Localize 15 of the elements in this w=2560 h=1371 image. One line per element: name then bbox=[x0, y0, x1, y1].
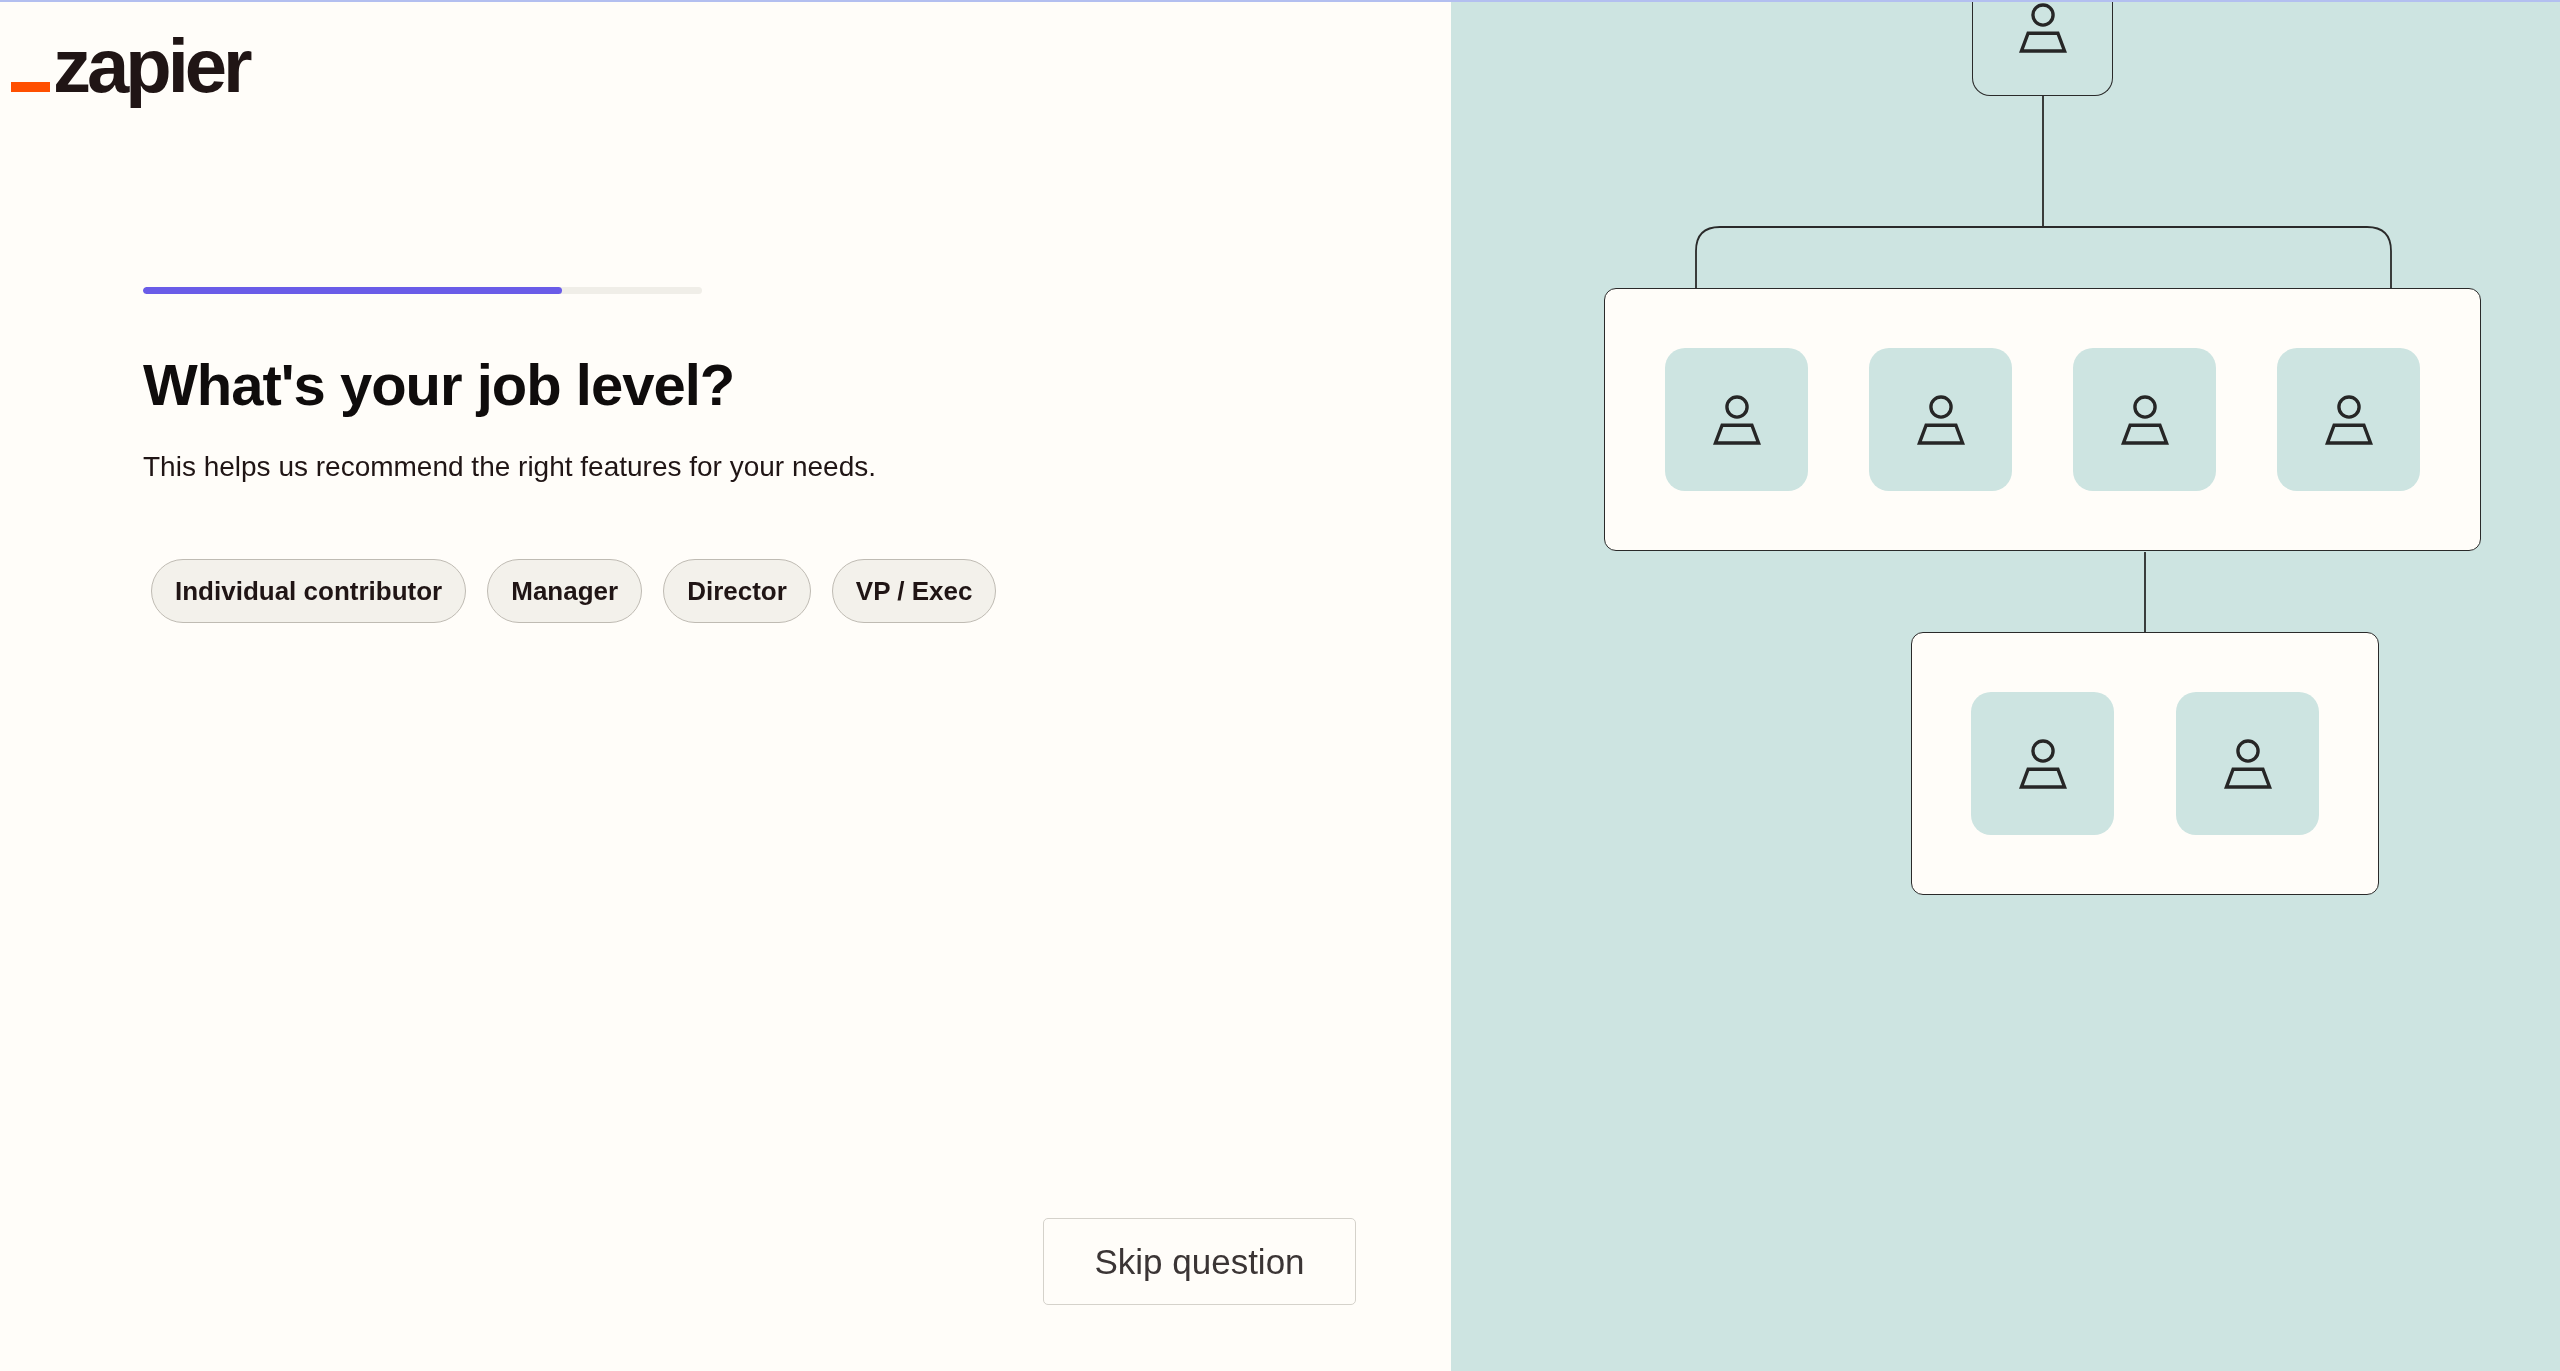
skip-question-button[interactable]: Skip question bbox=[1043, 1218, 1356, 1305]
job-level-option[interactable]: Director bbox=[663, 558, 811, 623]
job-level-option[interactable]: Manager bbox=[487, 558, 643, 623]
person-icon bbox=[2018, 3, 2067, 53]
person-icon bbox=[1665, 348, 1808, 491]
person-icon bbox=[1869, 348, 2012, 491]
person-icon bbox=[1971, 692, 2114, 835]
person-icon bbox=[2176, 692, 2319, 835]
logo-mark-icon bbox=[11, 82, 50, 92]
question-title: What's your job level? bbox=[143, 351, 736, 419]
person-icon bbox=[2073, 348, 2216, 491]
job-level-option[interactable]: Individual contributor bbox=[151, 558, 467, 623]
person-icon bbox=[2277, 348, 2420, 491]
question-subtitle: This helps us recommend the right features for your needs. bbox=[143, 449, 878, 484]
job-level-option[interactable]: VP / Exec bbox=[831, 558, 997, 623]
